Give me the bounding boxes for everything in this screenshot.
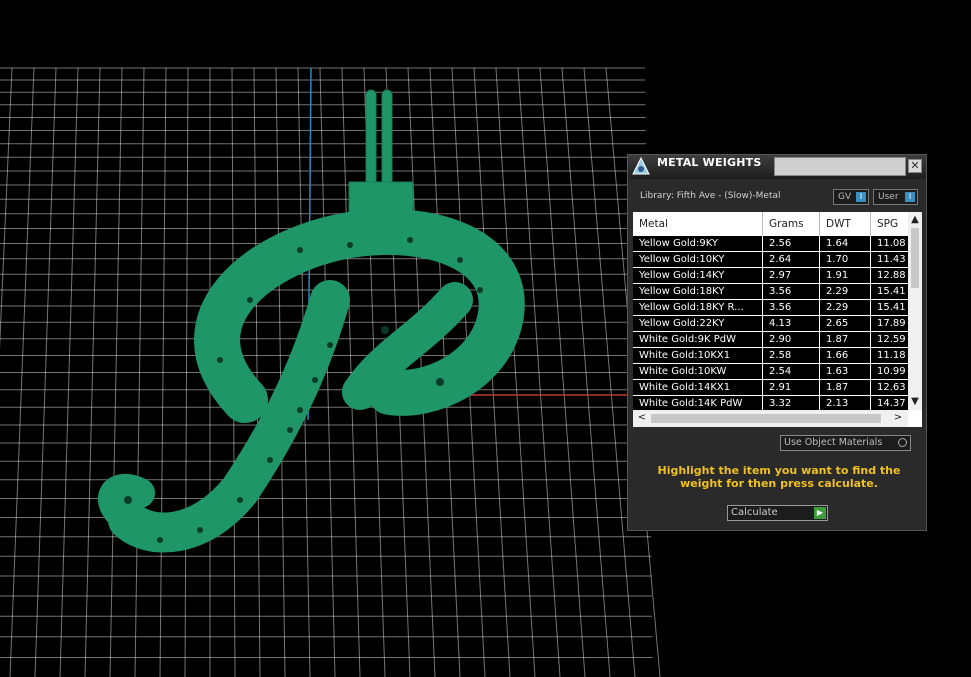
table-cell: Yellow Gold:10KY: [633, 252, 763, 267]
table-cell: 2.58: [763, 348, 820, 363]
table-row[interactable]: Yellow Gold:18KY R... 3.56 2.29 15.41: [633, 300, 908, 316]
close-icon: ✕: [910, 159, 920, 172]
metal-weights-panel: METAL WEIGHTS ✕ Library: Fifth Ave - (Sl…: [627, 154, 927, 531]
table-row[interactable]: White Gold:14KX1 2.91 1.87 12.63: [633, 380, 908, 396]
horizontal-scroll-thumb[interactable]: [651, 414, 881, 423]
table-cell: 2.65: [820, 316, 871, 331]
table-cell: 14.37: [871, 396, 908, 410]
horizontal-scrollbar[interactable]: < >: [633, 410, 908, 427]
table-cell: 12.63: [871, 380, 908, 395]
table-cell: 15.41: [871, 284, 908, 299]
gv-toggle[interactable]: GV I: [833, 189, 869, 205]
table-cell: 2.97: [763, 268, 820, 283]
column-header-grams[interactable]: Grams: [763, 212, 820, 236]
table-header: Metal Grams DWT SPG: [633, 212, 908, 236]
table-cell: 2.91: [763, 380, 820, 395]
table-cell: Yellow Gold:18KY R...: [633, 300, 763, 315]
table-cell: White Gold:14K PdW: [633, 396, 763, 410]
use-object-materials-label: Use Object Materials: [784, 437, 883, 448]
table-cell: 3.32: [763, 396, 820, 410]
table-cell: 2.64: [763, 252, 820, 267]
bail-post-left: [365, 89, 377, 191]
table-row[interactable]: Yellow Gold:18KY 3.56 2.29 15.41: [633, 284, 908, 300]
user-toggle-label: User: [878, 192, 899, 202]
scroll-right-arrow[interactable]: >: [891, 412, 905, 424]
table-row[interactable]: Yellow Gold:22KY 4.13 2.65 17.89: [633, 316, 908, 332]
radio-circle-icon: [898, 438, 907, 447]
table-cell: 1.91: [820, 268, 871, 283]
table-row[interactable]: White Gold:14K PdW 3.32 2.13 14.37: [633, 396, 908, 410]
table-cell: 1.87: [820, 332, 871, 347]
table-cell: Yellow Gold:14KY: [633, 268, 763, 283]
calculate-button[interactable]: Calculate ▶: [727, 505, 828, 521]
table-cell: 11.08: [871, 236, 908, 251]
table-row[interactable]: Yellow Gold:14KY 2.97 1.91 12.88: [633, 268, 908, 284]
app-logo-icon: [632, 156, 650, 175]
table-cell: Yellow Gold:18KY: [633, 284, 763, 299]
scroll-up-arrow[interactable]: ▲: [908, 214, 922, 226]
table-cell: 17.89: [871, 316, 908, 331]
column-header-dwt[interactable]: DWT: [820, 212, 871, 236]
table-cell: 2.29: [820, 284, 871, 299]
table-row[interactable]: Yellow Gold:10KY 2.64 1.70 11.43: [633, 252, 908, 268]
table-cell: 3.56: [763, 284, 820, 299]
panel-titlebar[interactable]: METAL WEIGHTS ✕: [628, 155, 926, 179]
library-label: Library: Fifth Ave - (Slow)-Metal: [640, 191, 781, 201]
table-cell: 11.43: [871, 252, 908, 267]
table-cell: 1.64: [820, 236, 871, 251]
user-toggle-indicator: I: [905, 192, 915, 202]
table-cell: 1.87: [820, 380, 871, 395]
table-cell: 2.54: [763, 364, 820, 379]
calculate-label: Calculate: [731, 507, 778, 518]
table-cell: Yellow Gold:9KY: [633, 236, 763, 251]
instruction-text: Highlight the item you want to find the …: [657, 464, 901, 490]
gv-toggle-indicator: I: [856, 192, 866, 202]
table-cell: 10.99: [871, 364, 908, 379]
table-row[interactable]: Yellow Gold:9KY 2.56 1.64 11.08: [633, 236, 908, 252]
table-cell: 12.59: [871, 332, 908, 347]
table-cell: White Gold:10KW: [633, 364, 763, 379]
column-header-metal[interactable]: Metal: [633, 212, 763, 236]
table-cell: 2.13: [820, 396, 871, 410]
table-cell: 15.41: [871, 300, 908, 315]
table-row[interactable]: White Gold:9K PdW 2.90 1.87 12.59: [633, 332, 908, 348]
table-row[interactable]: White Gold:10KW 2.54 1.63 10.99: [633, 364, 908, 380]
panel-title: METAL WEIGHTS: [657, 156, 762, 169]
metal-weights-table[interactable]: Metal Grams DWT SPG Yellow Gold:9KY 2.56 1…: [633, 212, 922, 427]
table-cell: White Gold:14KX1: [633, 380, 763, 395]
close-button[interactable]: ✕: [908, 159, 922, 173]
vertical-scroll-thumb[interactable]: [911, 228, 919, 288]
table-body: Yellow Gold:9KY 2.56 1.64 11.08 Yellow Gold:…: [633, 236, 908, 410]
title-bar-fill: [774, 157, 906, 176]
table-cell: 11.18: [871, 348, 908, 363]
bail-post-right: [381, 89, 393, 191]
use-object-materials-toggle[interactable]: Use Object Materials: [780, 435, 911, 451]
play-icon: ▶: [814, 507, 826, 519]
table-cell: 12.88: [871, 268, 908, 283]
table-cell: 2.90: [763, 332, 820, 347]
table-cell: 3.56: [763, 300, 820, 315]
column-header-spg[interactable]: SPG: [871, 212, 908, 236]
table-cell: Yellow Gold:22KY: [633, 316, 763, 331]
user-toggle[interactable]: User I: [873, 189, 918, 205]
table-cell: 1.66: [820, 348, 871, 363]
table-cell: White Gold:10KX1: [633, 348, 763, 363]
scroll-down-arrow[interactable]: ▼: [908, 396, 922, 408]
table-cell: White Gold:9K PdW: [633, 332, 763, 347]
table-cell: 4.13: [763, 316, 820, 331]
table-cell: 2.56: [763, 236, 820, 251]
table-cell: 1.63: [820, 364, 871, 379]
table-cell: 2.29: [820, 300, 871, 315]
vertical-scrollbar[interactable]: ▲ ▼: [908, 212, 922, 410]
gv-toggle-label: GV: [838, 192, 852, 202]
table-cell: 1.70: [820, 252, 871, 267]
scroll-left-arrow[interactable]: <: [635, 412, 649, 424]
table-row[interactable]: White Gold:10KX1 2.58 1.66 11.18: [633, 348, 908, 364]
